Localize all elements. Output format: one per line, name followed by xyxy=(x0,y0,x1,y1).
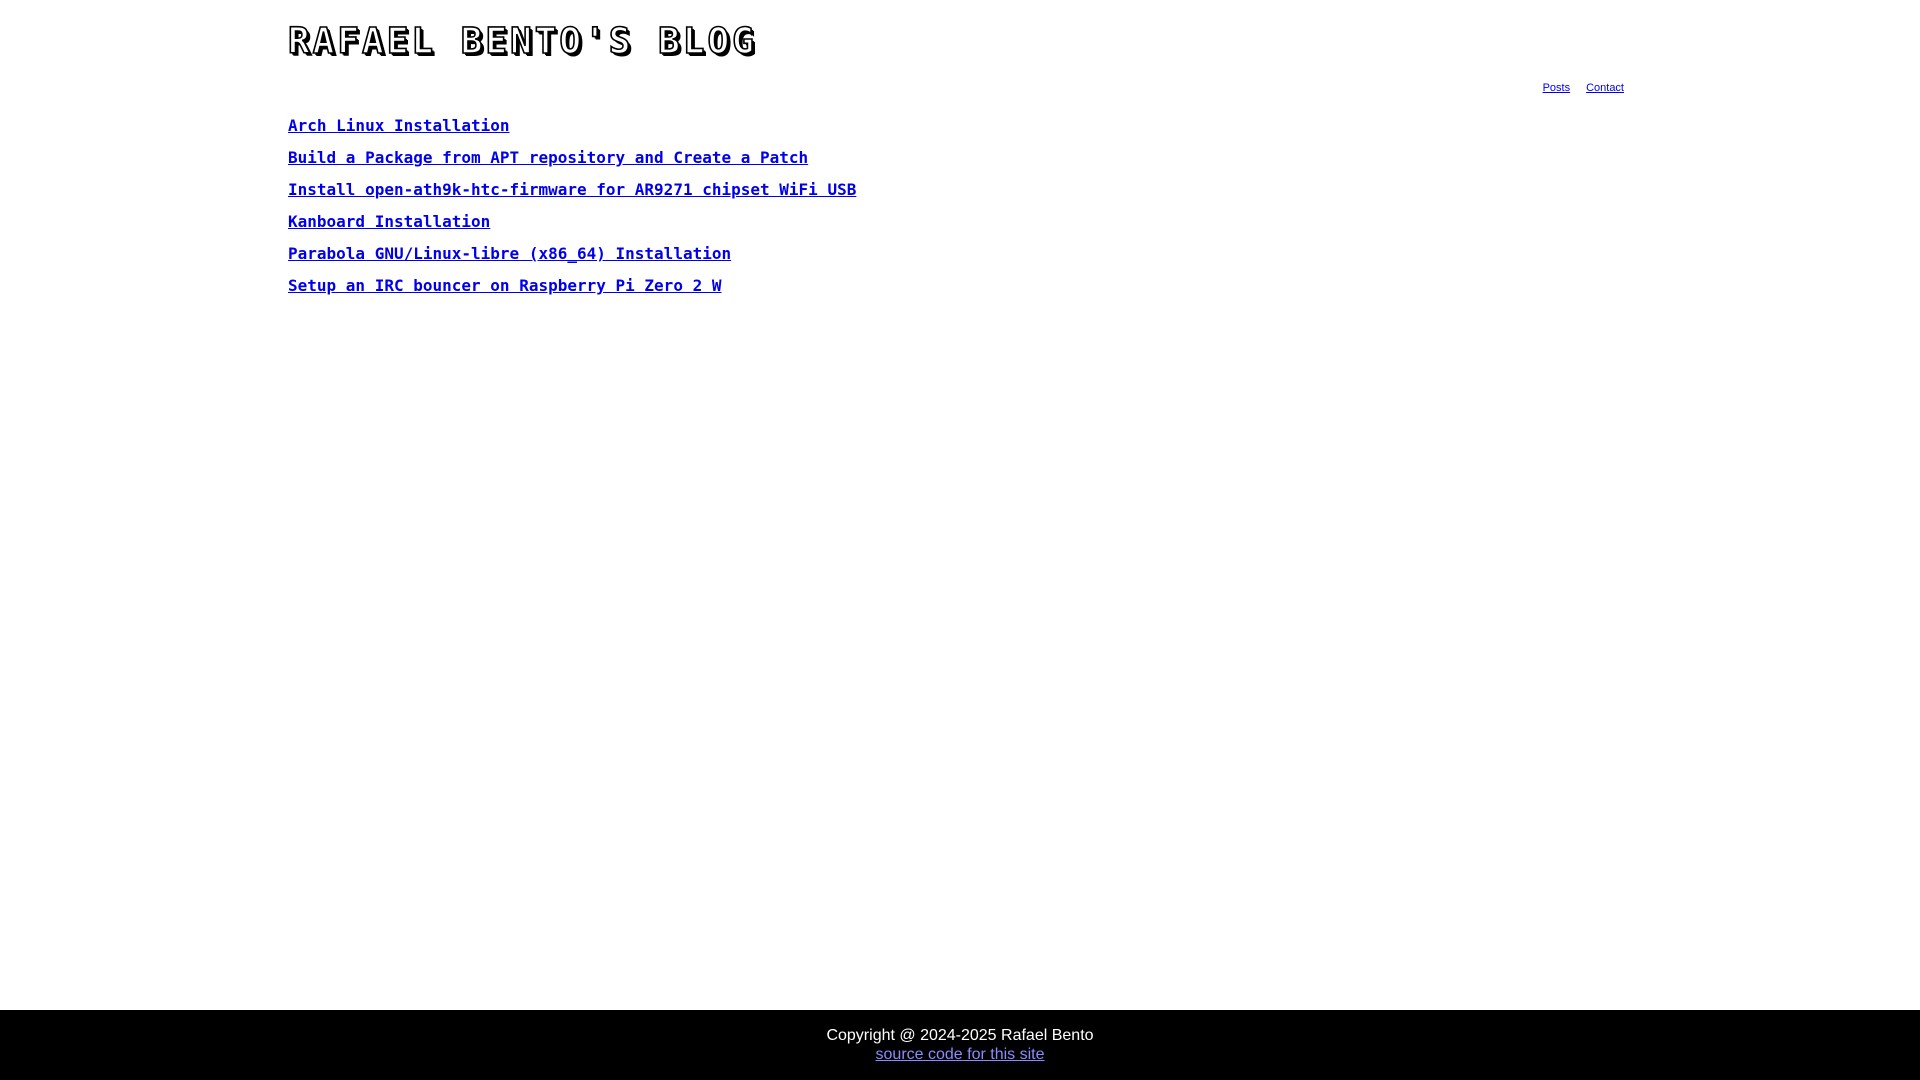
nav-link-posts[interactable]: Posts xyxy=(1543,82,1571,94)
top-nav: Posts Contact xyxy=(1543,82,1624,94)
list-item: Setup an IRC bouncer on Raspberry Pi Zer… xyxy=(288,274,856,306)
post-link[interactable]: Install open-ath9k-htc-firmware for AR92… xyxy=(288,180,856,199)
list-item: Parabola GNU/Linux-libre (x86_64) Instal… xyxy=(288,242,856,274)
post-link[interactable]: Build a Package from APT repository and … xyxy=(288,148,808,167)
list-item: Install open-ath9k-htc-firmware for AR92… xyxy=(288,178,856,210)
site-footer: Copyright @ 2024-2025 Rafael Bento sourc… xyxy=(0,1010,1920,1080)
source-code-link[interactable]: source code for this site xyxy=(876,1046,1045,1063)
list-item: Arch Linux Installation xyxy=(288,114,856,146)
list-item: Kanboard Installation xyxy=(288,210,856,242)
post-link[interactable]: Setup an IRC bouncer on Raspberry Pi Zer… xyxy=(288,276,721,295)
nav-link-contact[interactable]: Contact xyxy=(1586,82,1624,94)
page: Rafael Bento's Blog Posts Contact Arch L… xyxy=(0,0,1920,1080)
site-header: Rafael Bento's Blog xyxy=(287,16,757,68)
post-link[interactable]: Kanboard Installation xyxy=(288,212,490,231)
post-list: Arch Linux Installation Build a Package … xyxy=(288,114,856,306)
copyright-text: Copyright @ 2024-2025 Rafael Bento xyxy=(826,1027,1094,1044)
site-title: Rafael Bento's Blog xyxy=(287,20,757,63)
post-link[interactable]: Arch Linux Installation xyxy=(288,116,510,135)
post-link[interactable]: Parabola GNU/Linux-libre (x86_64) Instal… xyxy=(288,244,731,263)
list-item: Build a Package from APT repository and … xyxy=(288,146,856,178)
